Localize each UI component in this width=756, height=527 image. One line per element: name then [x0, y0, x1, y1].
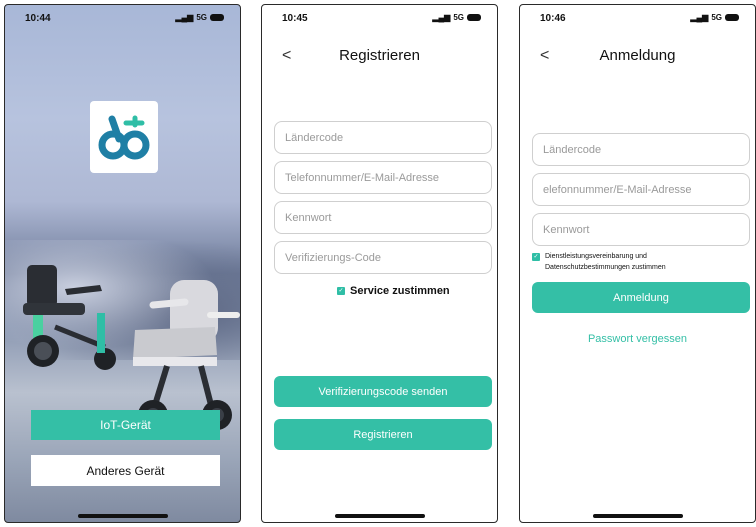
battery-icon [210, 14, 224, 21]
agree-label-line2: Datenschutzbestimmungen zustimmen [545, 264, 666, 271]
agree-label-line1: Dienstleistungsvereinbarung und [545, 253, 647, 260]
country-code-field[interactable]: Ländercode [532, 133, 750, 166]
password-field[interactable]: Kennwort [274, 201, 492, 234]
agree-label: Service zustimmen [350, 285, 450, 297]
home-indicator [592, 514, 683, 518]
verification-code-field[interactable]: Verifizierungs-Code [274, 241, 492, 274]
agree-row: ✓ Dienstleistungsvereinbarung und Datens… [532, 251, 666, 273]
country-code-field[interactable]: Ländercode [274, 121, 492, 154]
agree-label: Dienstleistungsvereinbarung und Datensch… [545, 251, 666, 273]
status-bar: 10:46 ▂▄▆ 5G [520, 5, 755, 27]
phone-email-field[interactable]: elefonnummer/E-Mail-Adresse [532, 173, 750, 206]
register-screen: 10:45 ▂▄▆ 5G < Registrieren Ländercode Te… [261, 4, 498, 523]
home-indicator [77, 514, 168, 518]
status-time: 10:46 [540, 13, 566, 24]
battery-icon [467, 14, 481, 21]
login-button[interactable]: Anmeldung [532, 282, 750, 313]
page-title: Anmeldung [599, 47, 676, 64]
battery-icon [725, 14, 739, 21]
signal-icon: ▂▄▆ 5G [432, 13, 481, 22]
app-logo-icon [98, 115, 150, 160]
status-bar: 10:45 ▂▄▆ 5G [262, 5, 497, 27]
checkbox-checked-icon[interactable]: ✓ [532, 253, 540, 261]
send-code-button[interactable]: Verifizierungscode senden [274, 376, 492, 407]
home-indicator [334, 514, 425, 518]
network-label: 5G [453, 13, 464, 22]
signal-icon: ▂▄▆ 5G [690, 13, 739, 22]
forgot-password-link[interactable]: Passwort vergessen [520, 333, 755, 345]
app-logo [90, 101, 158, 173]
login-screen: 10:46 ▂▄▆ 5G < Anmeldung Ländercode elefo… [519, 4, 756, 523]
iot-device-button[interactable]: IoT-Gerät [31, 410, 220, 440]
status-time: 10:45 [282, 13, 308, 24]
network-label: 5G [711, 13, 722, 22]
password-field[interactable]: Kennwort [532, 213, 750, 246]
network-label: 5G [196, 13, 207, 22]
iot-selection-screen: 10:44 ▂▄▆ 5G IoT-Gerät Anderes Gerät [4, 4, 241, 523]
status-time: 10:44 [25, 13, 51, 24]
status-bar: 10:44 ▂▄▆ 5G [5, 5, 240, 27]
checkbox-checked-icon[interactable]: ✓ [337, 287, 345, 295]
agree-row: ✓ Service zustimmen [337, 285, 450, 297]
phone-email-field[interactable]: Telefonnummer/E-Mail-Adresse [274, 161, 492, 194]
signal-icon: ▂▄▆ 5G [175, 13, 224, 22]
other-device-button[interactable]: Anderes Gerät [31, 455, 220, 486]
page-title: Registrieren [339, 47, 420, 64]
register-button[interactable]: Registrieren [274, 419, 492, 450]
